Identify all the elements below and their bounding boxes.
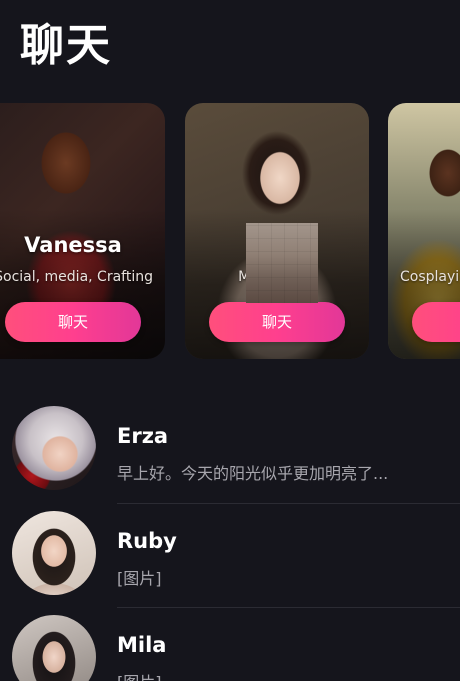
divider [117,503,460,504]
conversation-item-mila[interactable]: Mila [图片] [0,609,460,681]
conversation-name: Mila [117,633,167,657]
conversation-name: Erza [117,424,169,448]
chat-screen: 聊天 Vanessa Social, media, Crafting 聊天 Ma… [0,0,460,681]
featured-card-vanessa[interactable]: Vanessa Social, media, Crafting 聊天 [0,103,165,359]
conversation-preview: 早上好。今天的阳光似乎更加明亮了... [117,464,389,483]
card-tags: Social, media, Crafting [0,269,153,285]
censor-mosaic [246,223,318,303]
avatar [12,406,96,490]
featured-card-3[interactable]: Cosplayi [388,103,460,359]
conversation-preview: [图片] [117,669,437,681]
avatar [12,511,96,595]
card-name: Vanessa [24,233,122,257]
featured-carousel[interactable]: Vanessa Social, media, Crafting 聊天 Matu … [0,103,460,359]
chat-button[interactable]: 聊天 [5,302,141,342]
conversation-item-ruby[interactable]: Ruby [图片] [0,505,460,609]
chat-button[interactable]: 聊天 [209,302,345,342]
conversation-item-erza[interactable]: Erza 早上好。今天的阳光似乎更加明亮了... [0,400,460,504]
card-tags: Cosplayi [400,269,460,285]
conversation-name: Ruby [117,529,177,553]
avatar [12,615,96,681]
page-title: 聊天 [20,20,112,71]
conversation-preview: [图片] [117,569,162,588]
divider [117,607,460,608]
chat-button[interactable] [412,302,460,342]
